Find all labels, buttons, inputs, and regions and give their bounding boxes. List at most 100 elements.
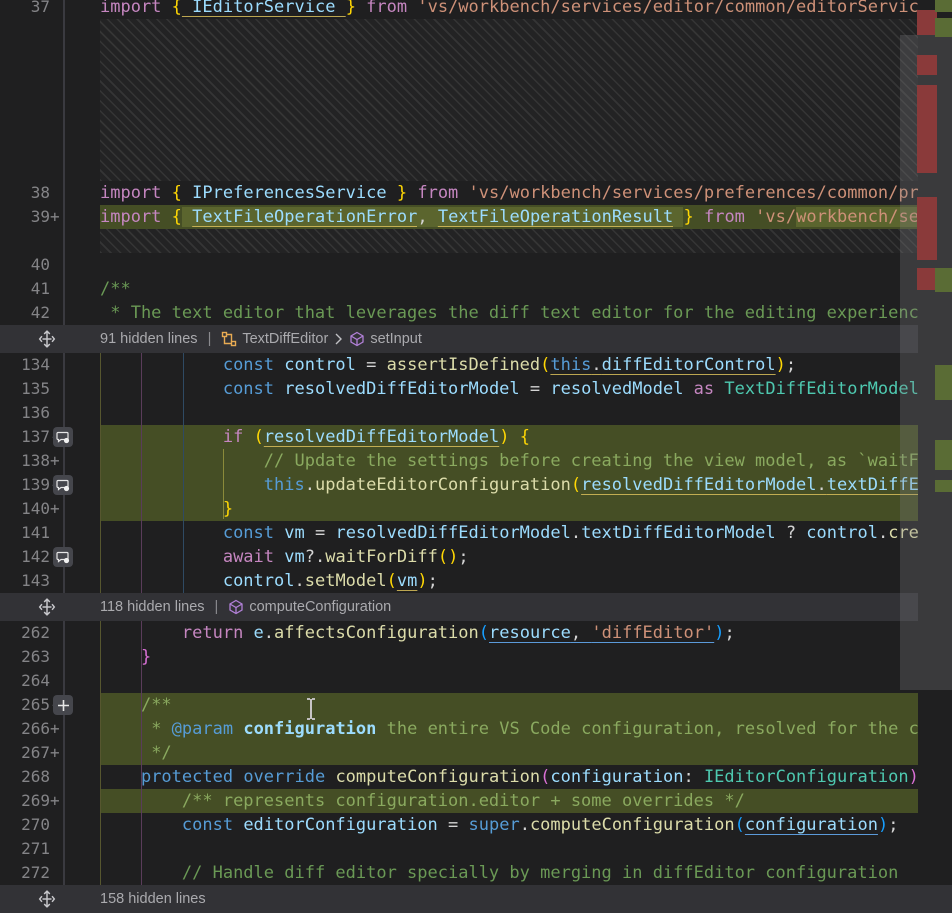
diff-sign bbox=[50, 765, 64, 789]
line-gutter[interactable]: 269+ bbox=[0, 789, 100, 813]
code-line-269[interactable]: 269+ /** represents configuration.editor… bbox=[0, 789, 918, 813]
code-line-272[interactable]: 272 // Handle diff editor specially by m… bbox=[0, 861, 918, 885]
code-line-265[interactable]: 265- /** bbox=[0, 693, 918, 717]
line-gutter[interactable]: 138+ bbox=[0, 449, 100, 473]
line-gutter[interactable]: 267+ bbox=[0, 741, 100, 765]
line-gutter[interactable]: 141 bbox=[0, 521, 100, 545]
line-gutter[interactable]: 268 bbox=[0, 765, 100, 789]
line-gutter[interactable]: 38 bbox=[0, 181, 100, 205]
bottom-hidden-lines-bar[interactable]: 158 hidden lines bbox=[0, 885, 952, 913]
code-text[interactable] bbox=[100, 253, 918, 277]
code-text[interactable]: control.setModel(vm); bbox=[100, 569, 918, 593]
code-line-134[interactable]: 134 const control = assertIsDefined(this… bbox=[0, 353, 918, 377]
code-text[interactable] bbox=[100, 401, 918, 425]
line-gutter[interactable]: 263 bbox=[0, 645, 100, 669]
chevron-right-icon bbox=[334, 333, 343, 345]
hidden-lines-bar[interactable]: 91 hidden lines|TextDiffEditorsetInput bbox=[0, 325, 918, 353]
line-gutter[interactable]: 143 bbox=[0, 569, 100, 593]
line-gutter[interactable]: 42 bbox=[0, 301, 100, 325]
line-gutter[interactable]: 270 bbox=[0, 813, 100, 837]
line-gutter[interactable]: 271 bbox=[0, 837, 100, 861]
code-line-142[interactable]: 142 await vm?.waitForDiff(); bbox=[0, 545, 918, 569]
code-text[interactable]: const control = assertIsDefined(this.dif… bbox=[100, 353, 918, 377]
line-gutter[interactable]: 134 bbox=[0, 353, 100, 377]
code-text[interactable] bbox=[100, 669, 918, 693]
code-text[interactable]: import { IEditorService } from 'vs/workb… bbox=[100, 0, 918, 19]
code-line-270[interactable]: 270 const editorConfiguration = super.co… bbox=[0, 813, 918, 837]
code-text[interactable]: return e.affectsConfiguration(resource, … bbox=[100, 621, 918, 645]
code-line-140[interactable]: 140+ } bbox=[0, 497, 918, 521]
code-text[interactable]: const editorConfiguration = super.comput… bbox=[100, 813, 918, 837]
line-gutter[interactable]: 135 bbox=[0, 377, 100, 401]
code-line-37[interactable]: 37import { IEditorService } from 'vs/wor… bbox=[0, 0, 918, 19]
code-line-41[interactable]: 41/** bbox=[0, 277, 918, 301]
line-gutter[interactable]: 41 bbox=[0, 277, 100, 301]
code-line-42[interactable]: 42 * The text editor that leverages the … bbox=[0, 301, 918, 325]
code-line-266[interactable]: 266+ * @param configuration the entire V… bbox=[0, 717, 918, 741]
line-gutter[interactable]: 265- bbox=[0, 693, 100, 717]
code-line-137[interactable]: 137- if (resolvedDiffEditorModel) { bbox=[0, 425, 918, 449]
add-comment-button[interactable] bbox=[53, 695, 73, 715]
diff-sign: + bbox=[50, 449, 64, 473]
comment-thread-badge[interactable] bbox=[53, 475, 73, 495]
code-line-267[interactable]: 267+ */ bbox=[0, 741, 918, 765]
code-text[interactable]: /** bbox=[100, 277, 918, 301]
code-text[interactable]: protected override computeConfiguration(… bbox=[100, 765, 918, 789]
line-gutter[interactable]: 266+ bbox=[0, 717, 100, 741]
code-line-38[interactable]: 38import { IPreferencesService } from 'v… bbox=[0, 181, 918, 205]
line-gutter[interactable]: 264 bbox=[0, 669, 100, 693]
code-line-263[interactable]: 263 } bbox=[0, 645, 918, 669]
code-line-39[interactable]: 39+import { TextFileOperationError, Text… bbox=[0, 205, 918, 229]
line-gutter[interactable]: 137- bbox=[0, 425, 100, 449]
hidden-lines-bar[interactable]: 118 hidden lines|computeConfiguration bbox=[0, 593, 918, 621]
ruler-added-mark bbox=[935, 268, 952, 292]
code-line-271[interactable]: 271 bbox=[0, 837, 918, 861]
code-line-143[interactable]: 143 control.setModel(vm); bbox=[0, 569, 918, 593]
hidden-lines-bar[interactable]: 158 hidden lines bbox=[0, 885, 952, 913]
breadcrumb-computeConfiguration[interactable]: computeConfiguration bbox=[228, 599, 391, 615]
code-line-40[interactable]: 40 bbox=[0, 253, 918, 277]
code-text[interactable]: import { IPreferencesService } from 'vs/… bbox=[100, 181, 918, 205]
code-text[interactable]: * The text editor that leverages the dif… bbox=[100, 301, 918, 325]
code-text[interactable]: } bbox=[100, 645, 918, 669]
code-text[interactable]: /** bbox=[100, 693, 918, 717]
code-line-262[interactable]: 262 return e.affectsConfiguration(resour… bbox=[0, 621, 918, 645]
code-line-139[interactable]: 139- this.updateEditorConfiguration(reso… bbox=[0, 473, 918, 497]
line-number: 40 bbox=[0, 253, 50, 277]
line-gutter[interactable]: 140+ bbox=[0, 497, 100, 521]
diff-sign: + bbox=[50, 497, 64, 521]
code-text[interactable]: // Handle diff editor specially by mergi… bbox=[100, 861, 918, 885]
comment-icon bbox=[56, 431, 70, 444]
line-gutter[interactable]: 37 bbox=[0, 0, 100, 19]
code-text[interactable]: */ bbox=[100, 741, 918, 765]
line-gutter[interactable]: 40 bbox=[0, 253, 100, 277]
code-text[interactable]: /** represents configuration.editor + so… bbox=[100, 789, 918, 813]
code-text[interactable]: await vm?.waitForDiff(); bbox=[100, 545, 918, 569]
line-gutter[interactable]: 139- bbox=[0, 473, 100, 497]
code-text[interactable]: if (resolvedDiffEditorModel) { bbox=[100, 425, 918, 449]
code-text[interactable]: import { TextFileOperationError, TextFil… bbox=[100, 205, 918, 229]
code-text[interactable] bbox=[100, 837, 918, 861]
code-text[interactable]: const vm = resolvedDiffEditorModel.textD… bbox=[100, 521, 918, 545]
line-number: 134 bbox=[0, 353, 50, 377]
line-gutter[interactable]: 142 bbox=[0, 545, 100, 569]
breadcrumb-TextDiffEditor[interactable]: TextDiffEditor bbox=[221, 331, 328, 347]
code-text[interactable]: const resolvedDiffEditorModel = resolved… bbox=[100, 377, 918, 401]
line-gutter[interactable]: 136 bbox=[0, 401, 100, 425]
ruler-added-mark bbox=[935, 480, 952, 492]
hidden-lines-count: 91 hidden lines bbox=[100, 331, 198, 347]
diff-sign bbox=[50, 253, 64, 277]
code-line-268[interactable]: 268 protected override computeConfigurat… bbox=[0, 765, 918, 789]
code-line-135[interactable]: 135 const resolvedDiffEditorModel = reso… bbox=[0, 377, 918, 401]
code-text[interactable]: * @param configuration the entire VS Cod… bbox=[100, 717, 918, 741]
line-gutter[interactable]: 262 bbox=[0, 621, 100, 645]
comment-thread-badge[interactable] bbox=[53, 427, 73, 447]
line-gutter[interactable]: 272 bbox=[0, 861, 100, 885]
line-gutter[interactable]: 39+ bbox=[0, 205, 100, 229]
code-line-141[interactable]: 141 const vm = resolvedDiffEditorModel.t… bbox=[0, 521, 918, 545]
comment-thread-badge[interactable] bbox=[53, 547, 73, 567]
breadcrumb-setInput[interactable]: setInput bbox=[349, 331, 422, 347]
code-line-264[interactable]: 264 bbox=[0, 669, 918, 693]
code-line-136[interactable]: 136 bbox=[0, 401, 918, 425]
code-line-138[interactable]: 138+ // Update the settings before creat… bbox=[0, 449, 918, 473]
